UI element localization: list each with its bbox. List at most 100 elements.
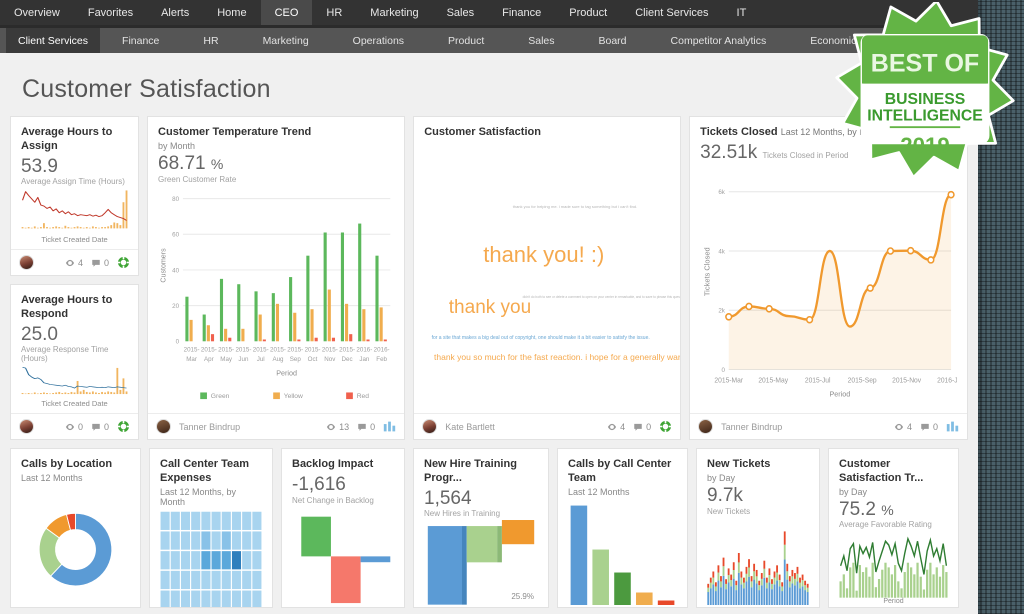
svg-text:Customers: Customers bbox=[160, 248, 168, 283]
chart-average-hours-to-assign[interactable] bbox=[21, 186, 128, 235]
chart-average-hours-to-respond[interactable] bbox=[21, 363, 128, 399]
card-new-tickets[interactable]: New Tickets by Day 9.7k New Tickets bbox=[696, 448, 820, 608]
nav-item-board[interactable]: Board bbox=[577, 28, 649, 53]
nav-item-sales[interactable]: Sales bbox=[506, 28, 576, 53]
bar bbox=[932, 574, 935, 598]
heatmap-cell bbox=[231, 511, 242, 530]
nav-item-finance[interactable]: Finance bbox=[100, 28, 181, 53]
nav-item-hr[interactable]: HR bbox=[181, 28, 240, 53]
wordcloud-term[interactable]: thank you for helping me. i made sure to… bbox=[513, 205, 637, 209]
svg-text:May: May bbox=[220, 356, 233, 363]
nav-item-favorites[interactable]: Favorites bbox=[74, 0, 147, 25]
card-title: New Hire Training Progr... bbox=[424, 458, 517, 484]
heatmap-cell bbox=[231, 530, 242, 550]
card-average-hours-to-respond[interactable]: Average Hours to Respond 25.0 Average Re… bbox=[10, 284, 140, 440]
wordcloud-term[interactable]: thank you so much for the fast reaction.… bbox=[434, 353, 680, 362]
wordcloud-term[interactable]: didn't do both to see or delete a commen… bbox=[523, 295, 681, 299]
wordcloud-term[interactable]: for a site that makes a big deal out of … bbox=[432, 336, 650, 341]
nav-item-hr[interactable]: HR bbox=[312, 0, 356, 25]
card-kpi-caption: New Hires in Training bbox=[424, 509, 501, 519]
primary-nav: Overview Favorites Alerts Home CEO HR Marketin… bbox=[0, 0, 978, 25]
avatar[interactable] bbox=[19, 419, 34, 434]
nav-item-product[interactable]: Product bbox=[426, 28, 506, 53]
nav-item-operations[interactable]: Operations bbox=[331, 28, 426, 53]
heatmap-cell bbox=[170, 511, 180, 530]
avatar[interactable] bbox=[19, 255, 34, 270]
comment-icon bbox=[92, 423, 100, 431]
card-footer: 0 0 bbox=[11, 413, 139, 439]
wordcloud-icon[interactable] bbox=[659, 420, 673, 433]
card-title: Backlog Impact bbox=[292, 458, 374, 470]
heatmap-cell bbox=[231, 550, 242, 569]
bar bbox=[877, 579, 881, 598]
line-chart-icon[interactable] bbox=[117, 256, 131, 269]
card-customer-satisfaction-trend[interactable]: Customer Satisfaction Tr... by Day 75.2 … bbox=[828, 448, 959, 608]
nav-item-economic-indicators[interactable]: Economic Indicators bbox=[788, 28, 927, 53]
waterfall-bar-negative bbox=[330, 555, 361, 603]
chart-new-tickets[interactable] bbox=[707, 516, 809, 605]
nav-item-it[interactable]: IT bbox=[723, 0, 761, 25]
comment-icon bbox=[92, 259, 100, 267]
dashboard-row-1: Average Hours to Assign 53.9 Average Ass… bbox=[10, 116, 968, 440]
eye-icon bbox=[894, 423, 904, 430]
bar-chart-icon[interactable] bbox=[383, 420, 396, 433]
chart-calls-by-team[interactable] bbox=[568, 497, 677, 605]
comment-count: 0 bbox=[357, 422, 375, 432]
card-customer-satisfaction-wordcloud[interactable]: Customer Satisfaction thank you! :) thank… bbox=[413, 116, 682, 440]
svg-text:Tickets Closed: Tickets Closed bbox=[703, 247, 712, 296]
card-call-center-expenses[interactable]: Call Center Team Expenses Last 12 Months… bbox=[149, 448, 273, 608]
svg-text:Red: Red bbox=[357, 393, 370, 400]
page-title: Customer Satisfaction bbox=[22, 75, 271, 103]
heatmap-cell bbox=[252, 530, 262, 550]
nav-item-home[interactable]: Home bbox=[203, 0, 260, 25]
nav-item-overview[interactable]: Overview bbox=[0, 0, 74, 25]
chart-tickets-closed[interactable]: 0 2k 4k 6k 2015-Mar 2015-May 2015-Jul 2015-Sep 2… bbox=[700, 164, 957, 411]
card-author-name: Tanner Bindrup bbox=[179, 421, 241, 432]
wordcloud-term[interactable]: thank you! :) bbox=[483, 243, 604, 266]
bar bbox=[906, 563, 910, 598]
heatmap-cell bbox=[201, 590, 211, 607]
nav-item-marketing[interactable]: Marketing bbox=[356, 0, 432, 25]
nav-item-product[interactable]: Product bbox=[555, 0, 621, 25]
avatar[interactable] bbox=[422, 419, 438, 434]
chart-calls-by-location[interactable] bbox=[21, 483, 130, 605]
svg-text:Yellow: Yellow bbox=[284, 393, 303, 400]
card-title: Customer Satisfaction bbox=[424, 126, 541, 138]
avatar[interactable] bbox=[156, 419, 172, 434]
comment-count: 0 bbox=[91, 422, 109, 432]
wordcloud-term[interactable]: thank you bbox=[449, 298, 531, 317]
line-chart-icon[interactable] bbox=[117, 420, 131, 433]
heatmap-cell bbox=[201, 550, 211, 569]
wordcloud-customer-satisfaction[interactable]: thank you! :) thank you for a site that ma… bbox=[424, 140, 681, 413]
card-new-hire-training[interactable]: New Hire Training Progr... 1,564 New Hir… bbox=[413, 448, 549, 608]
nav-item-client-services[interactable]: Client Services bbox=[6, 28, 101, 53]
nav-item-marketing[interactable]: Marketing bbox=[241, 28, 331, 53]
card-calls-by-call-center-team[interactable]: Calls by Call Center Team Last 12 Months bbox=[557, 448, 688, 608]
card-kpi-caption: Average Assign Time (Hours) bbox=[21, 177, 125, 187]
heatmap-cell bbox=[191, 570, 201, 589]
card-backlog-impact[interactable]: Backlog Impact -1,616 Net Change in Back… bbox=[281, 448, 405, 608]
card-calls-by-location[interactable]: Calls by Location Last 12 Months bbox=[10, 448, 141, 608]
svg-text:2015-: 2015- bbox=[322, 346, 338, 353]
avatar[interactable] bbox=[698, 419, 714, 434]
nav-item-competitor-analytics[interactable]: Competitor Analytics bbox=[649, 28, 789, 53]
heatmap-cell bbox=[180, 530, 191, 550]
card-customer-temperature-trend[interactable]: Customer Temperature Trend by Month 68.7… bbox=[147, 116, 406, 440]
chart-call-center-expenses-heatmap[interactable] bbox=[160, 507, 262, 607]
nav-item-ceo[interactable]: CEO bbox=[260, 0, 313, 25]
chart-customer-temperature-trend[interactable]: 0 20 40 60 80 2015- Mar 2015- Apr 2015- May 2015- Ju… bbox=[158, 184, 394, 411]
svg-text:6k: 6k bbox=[719, 189, 726, 196]
card-kpi-value: -1,616 bbox=[292, 473, 346, 495]
heatmap-cell bbox=[211, 511, 221, 530]
nav-item-client-services[interactable]: Client Services bbox=[621, 0, 722, 25]
secondary-nav: Client Services Finance HR Marketing Operati… bbox=[0, 28, 978, 53]
card-tickets-closed[interactable]: Tickets Closed Last 12 Months, by Month … bbox=[689, 116, 968, 440]
nav-item-finance[interactable]: Finance bbox=[488, 0, 555, 25]
nav-item-sales[interactable]: Sales bbox=[433, 0, 489, 25]
bar-chart-icon[interactable] bbox=[946, 420, 959, 433]
card-average-hours-to-assign[interactable]: Average Hours to Assign 53.9 Average Ass… bbox=[10, 116, 140, 276]
chart-customer-satisfaction-trend[interactable] bbox=[839, 529, 948, 598]
chart-backlog-impact-waterfall[interactable] bbox=[292, 505, 394, 605]
nav-item-alerts[interactable]: Alerts bbox=[147, 0, 203, 25]
chart-new-hire-training-funnel[interactable]: 25.9% bbox=[424, 518, 538, 605]
